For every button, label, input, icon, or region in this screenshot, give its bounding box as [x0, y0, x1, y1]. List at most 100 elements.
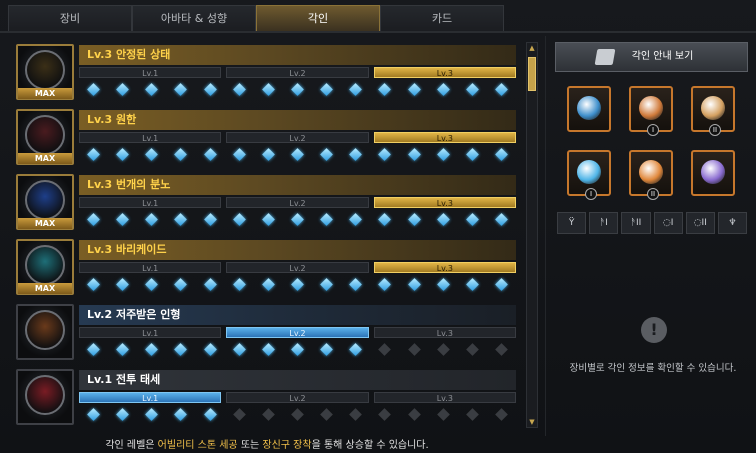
gem-active-icon [137, 211, 166, 227]
level-bar-2: Lv.2 [226, 132, 369, 143]
level-bar-1: Lv.1 [79, 132, 222, 143]
engraving-row[interactable]: MAX Lv.3 안정된 상태 Lv.1 Lv.2 Lv.3 [12, 42, 524, 102]
level-bar-1: Lv.1 [79, 392, 222, 403]
engraving-main: Lv.3 바리케이드 Lv.1 Lv.2 Lv.3 [79, 240, 516, 294]
equipment-filter-4[interactable]: ◌I [653, 212, 683, 234]
level-bars: Lv.1 Lv.2 Lv.3 [79, 67, 516, 78]
engraving-art-icon [25, 310, 65, 350]
gem-active-icon [225, 276, 254, 292]
panel-divider [545, 36, 546, 436]
gem-row [79, 81, 516, 97]
gem-active-icon [312, 276, 341, 292]
equipment-filter-2[interactable]: ᚫI [589, 212, 619, 234]
gem-inactive-icon [283, 406, 312, 422]
engraving-row[interactable]: Lv.2 저주받은 인형 Lv.1 Lv.2 Lv.3 [12, 302, 524, 362]
info-message: 장비별로 각인 정보를 확인할 수 있습니다. [569, 363, 737, 374]
gem-active-icon [79, 81, 108, 97]
gem-active-icon [370, 146, 399, 162]
gem-active-icon [108, 146, 137, 162]
equipment-filter-3[interactable]: ᚫII [621, 212, 651, 234]
gem-active-icon [312, 146, 341, 162]
engraving-portrait: MAX [16, 239, 74, 295]
ring-1-slot[interactable]: I [567, 150, 611, 200]
gem-active-icon [370, 81, 399, 97]
equipment-filter-bar: Ϋ ᚫI ᚫII ◌I ◌II ♆ [557, 212, 748, 234]
equipment-filter-1[interactable]: Ϋ [557, 212, 587, 234]
engraving-art-icon [25, 375, 65, 415]
level-bars: Lv.1 Lv.2 Lv.3 [79, 132, 516, 143]
gem-active-icon [254, 146, 283, 162]
gem-inactive-icon [400, 406, 429, 422]
gem-active-icon [166, 276, 195, 292]
gem-inactive-icon [225, 406, 254, 422]
gem-active-icon [400, 146, 429, 162]
necklace-slot[interactable] [567, 86, 611, 132]
engraving-portrait [16, 369, 74, 425]
gem-active-icon [108, 81, 137, 97]
ring-2-icon [639, 160, 663, 184]
stone-slot[interactable] [691, 150, 735, 196]
gem-active-icon [400, 276, 429, 292]
engraving-guide-button[interactable]: 각인 안내 보기 [555, 42, 748, 72]
scroll-thumb[interactable] [528, 57, 536, 91]
gem-active-icon [166, 406, 195, 422]
engraving-row[interactable]: Lv.1 전투 태세 Lv.1 Lv.2 Lv.3 [12, 367, 524, 427]
gem-active-icon [283, 341, 312, 357]
gem-active-icon [196, 276, 225, 292]
engraving-main: Lv.2 저주받은 인형 Lv.1 Lv.2 Lv.3 [79, 305, 516, 359]
gem-row [79, 146, 516, 162]
gem-active-icon [166, 146, 195, 162]
max-badge: MAX [18, 153, 72, 164]
equipment-filter-6[interactable]: ♆ [717, 212, 748, 234]
engraving-main: Lv.3 원한 Lv.1 Lv.2 Lv.3 [79, 110, 516, 164]
tab-card[interactable]: 카드 [380, 5, 504, 31]
earring-1-icon [639, 96, 663, 120]
earring-2-slot[interactable]: II [691, 86, 735, 136]
earring-1-slot[interactable]: I [629, 86, 673, 136]
engraving-main: Lv.3 번개의 분노 Lv.1 Lv.2 Lv.3 [79, 175, 516, 229]
slot-number: II [709, 124, 721, 136]
gem-active-icon [341, 81, 370, 97]
tab-avatar-tendency[interactable]: 아바타 & 성향 [132, 5, 256, 31]
gem-active-icon [196, 341, 225, 357]
tab-equipment[interactable]: 장비 [8, 5, 132, 31]
gem-active-icon [429, 276, 458, 292]
equipment-filter-5[interactable]: ◌II [685, 212, 715, 234]
gem-active-icon [458, 81, 487, 97]
level-bar-2: Lv.2 [226, 392, 369, 403]
scroll-down-icon[interactable]: ▼ [528, 418, 536, 426]
engraving-window: 장비 아바타 & 성향 각인 카드 MAX Lv.3 안정된 상태 Lv.1 Lv.2… [0, 0, 756, 453]
earring-2-icon [701, 96, 725, 120]
level-bars: Lv.1 Lv.2 Lv.3 [79, 197, 516, 208]
ring-2-slot[interactable]: II [629, 150, 673, 200]
scroll-up-icon[interactable]: ▲ [528, 44, 536, 52]
footer-highlight-stone: 어빌리티 스톤 세공 [157, 440, 238, 451]
engraving-row[interactable]: MAX Lv.3 번개의 분노 Lv.1 Lv.2 Lv.3 [12, 172, 524, 232]
gem-active-icon [108, 341, 137, 357]
gem-active-icon [166, 341, 195, 357]
stone-icon [701, 160, 725, 184]
gem-active-icon [312, 81, 341, 97]
gem-active-icon [487, 81, 516, 97]
engraving-row[interactable]: MAX Lv.3 원한 Lv.1 Lv.2 Lv.3 [12, 107, 524, 167]
gem-active-icon [79, 211, 108, 227]
engraving-row[interactable]: MAX Lv.3 바리케이드 Lv.1 Lv.2 Lv.3 [12, 237, 524, 297]
tab-engraving[interactable]: 각인 [256, 5, 380, 31]
gem-active-icon [225, 81, 254, 97]
slot-number: I [585, 188, 597, 200]
engraving-list: MAX Lv.3 안정된 상태 Lv.1 Lv.2 Lv.3 MAX Lv.3 원한 Lv.1… [12, 42, 524, 428]
gem-active-icon [458, 211, 487, 227]
gem-inactive-icon [429, 406, 458, 422]
gem-active-icon [341, 341, 370, 357]
engraving-title: Lv.2 저주받은 인형 [79, 305, 516, 325]
gem-row [79, 341, 516, 357]
list-scrollbar[interactable]: ▲ ▼ [526, 42, 538, 428]
gem-active-icon [108, 276, 137, 292]
gem-active-icon [312, 341, 341, 357]
footer-text-c: 또는 [237, 440, 263, 451]
level-bar-2: Lv.2 [226, 197, 369, 208]
max-badge: MAX [18, 218, 72, 229]
gem-active-icon [341, 276, 370, 292]
gem-active-icon [458, 146, 487, 162]
engraving-title: Lv.1 전투 태세 [79, 370, 516, 390]
